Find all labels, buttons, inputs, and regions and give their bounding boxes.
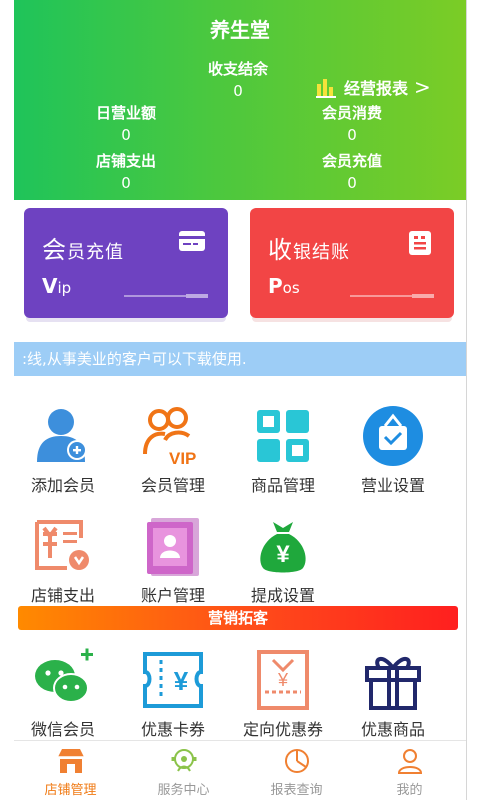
member-recharge-label: 会员充值 bbox=[321, 152, 382, 170]
store-expense-label: 店铺支出 bbox=[30, 586, 95, 605]
member-recharge-card[interactable]: 会员充值 Vip bbox=[24, 208, 228, 318]
service-icon bbox=[171, 749, 196, 772]
account-management-button[interactable]: 账户管理 bbox=[118, 514, 228, 606]
vip-members-icon: VIP bbox=[143, 407, 196, 468]
svg-text:VIP: VIP bbox=[169, 449, 196, 468]
daily-revenue-label: 日营业额 bbox=[95, 104, 156, 122]
balance-stat: 收支结余 0 bbox=[182, 58, 294, 102]
tab-store-label: 店铺管理 bbox=[44, 783, 97, 798]
svg-text:¥: ¥ bbox=[276, 541, 290, 568]
store-expense-stat: 店铺支出 0 bbox=[76, 150, 176, 194]
store-expense-button[interactable]: 店铺支出 bbox=[14, 514, 118, 606]
balance-value: 0 bbox=[233, 82, 243, 100]
discount-goods-button[interactable]: 优惠商品 bbox=[338, 648, 448, 740]
checkout-card-title: 收银结账 bbox=[268, 236, 350, 264]
card-divider bbox=[350, 295, 412, 297]
money-bag-icon: ¥ bbox=[260, 522, 306, 573]
member-spend-stat: 会员消费 0 bbox=[302, 102, 402, 146]
member-recharge-value: 0 bbox=[347, 174, 357, 192]
add-member-label: 添加会员 bbox=[30, 476, 95, 495]
pie-chart-icon bbox=[284, 749, 309, 773]
member-recharge-card-title: 会员充值 bbox=[42, 236, 124, 264]
checkout-card[interactable]: 收银结账 Pos bbox=[250, 208, 454, 318]
card-divider bbox=[124, 295, 186, 297]
right-scroll-strip bbox=[466, 0, 480, 800]
tab-mine-label: 我的 bbox=[396, 783, 423, 798]
left-margin bbox=[0, 0, 14, 800]
member-recharge-stat: 会员充值 0 bbox=[302, 150, 402, 194]
member-management-button[interactable]: VIP 会员管理 bbox=[118, 404, 228, 496]
wechat-member-button[interactable]: 微信会员 bbox=[14, 648, 118, 740]
tab-report-label: 报表查询 bbox=[270, 783, 323, 798]
targeted-coupon-button[interactable]: ¥ 定向优惠券 bbox=[228, 648, 338, 740]
wechat-icon bbox=[35, 648, 93, 703]
card-icon bbox=[179, 231, 205, 251]
account-book-icon bbox=[147, 518, 199, 576]
tab-service-label: 服务中心 bbox=[157, 783, 210, 798]
gift-icon bbox=[365, 657, 421, 710]
store-expense-value: 0 bbox=[121, 174, 131, 192]
tab-mine[interactable]: 我的 bbox=[353, 741, 466, 800]
wechat-member-label: 微信会员 bbox=[30, 720, 95, 739]
store-expense-label: 店铺支出 bbox=[95, 152, 156, 170]
tab-report-query[interactable]: 报表查询 bbox=[240, 741, 353, 800]
card-divider-accent bbox=[186, 294, 208, 298]
member-spend-label: 会员消费 bbox=[321, 104, 382, 122]
goods-management-button[interactable]: 商品管理 bbox=[228, 404, 338, 496]
store-icon bbox=[57, 749, 84, 773]
business-settings-button[interactable]: 营业设置 bbox=[338, 404, 448, 496]
expense-receipt-icon bbox=[35, 520, 89, 570]
commission-settings-label: 提成设置 bbox=[250, 586, 315, 605]
card-divider-accent bbox=[412, 294, 434, 298]
coupon-ticket-icon: ¥ bbox=[257, 650, 309, 710]
pos-label: Pos bbox=[268, 274, 300, 298]
receipt-icon bbox=[409, 231, 431, 255]
notice-marquee: :线,从事美业的客户可以下载使用. bbox=[14, 342, 466, 376]
targeted-coupon-label: 定向优惠券 bbox=[242, 720, 323, 739]
balance-label: 收支结余 bbox=[207, 60, 268, 78]
member-management-label: 会员管理 bbox=[140, 476, 205, 495]
add-member-button[interactable]: 添加会员 bbox=[14, 404, 118, 496]
tab-store-management[interactable]: 店铺管理 bbox=[14, 741, 127, 800]
coupon-label: 优惠卡券 bbox=[140, 720, 205, 739]
ticket-icon: ¥ bbox=[143, 652, 203, 708]
business-report-link[interactable]: 经营报表 > bbox=[316, 74, 431, 100]
coupon-button[interactable]: ¥ 优惠卡券 bbox=[118, 648, 228, 740]
store-title: 养生堂 bbox=[210, 18, 270, 42]
user-icon bbox=[397, 749, 422, 774]
vip-label: Vip bbox=[42, 274, 72, 298]
bar-chart-icon bbox=[316, 79, 336, 98]
discount-goods-label: 优惠商品 bbox=[360, 720, 425, 739]
daily-revenue-stat: 日营业额 0 bbox=[76, 102, 176, 146]
shop-settings-icon bbox=[363, 406, 423, 466]
business-settings-label: 营业设置 bbox=[360, 476, 425, 495]
account-management-label: 账户管理 bbox=[140, 586, 205, 605]
commission-settings-button[interactable]: ¥ 提成设置 bbox=[228, 514, 338, 606]
svg-text:¥: ¥ bbox=[174, 666, 189, 696]
bottom-navigation: 店铺管理 服务中心 报表查询 我的 bbox=[14, 740, 466, 800]
app-container: 养生堂 收支结余 0 经营报表 > 日营业额 0 会员消费 0 店铺支出 0 会… bbox=[14, 0, 466, 800]
report-label: 经营报表 bbox=[344, 79, 409, 98]
chevron-right-icon: > bbox=[414, 75, 431, 99]
tab-service-center[interactable]: 服务中心 bbox=[127, 741, 240, 800]
member-spend-value: 0 bbox=[347, 126, 357, 144]
svg-text:¥: ¥ bbox=[277, 670, 289, 690]
daily-revenue-value: 0 bbox=[121, 126, 131, 144]
grid-icon bbox=[257, 410, 309, 462]
header-panel: 养生堂 收支结余 0 经营报表 > 日营业额 0 会员消费 0 店铺支出 0 会… bbox=[14, 0, 466, 200]
goods-management-label: 商品管理 bbox=[250, 476, 315, 495]
marketing-banner: 营销拓客 bbox=[18, 606, 458, 630]
add-user-icon bbox=[37, 409, 87, 462]
